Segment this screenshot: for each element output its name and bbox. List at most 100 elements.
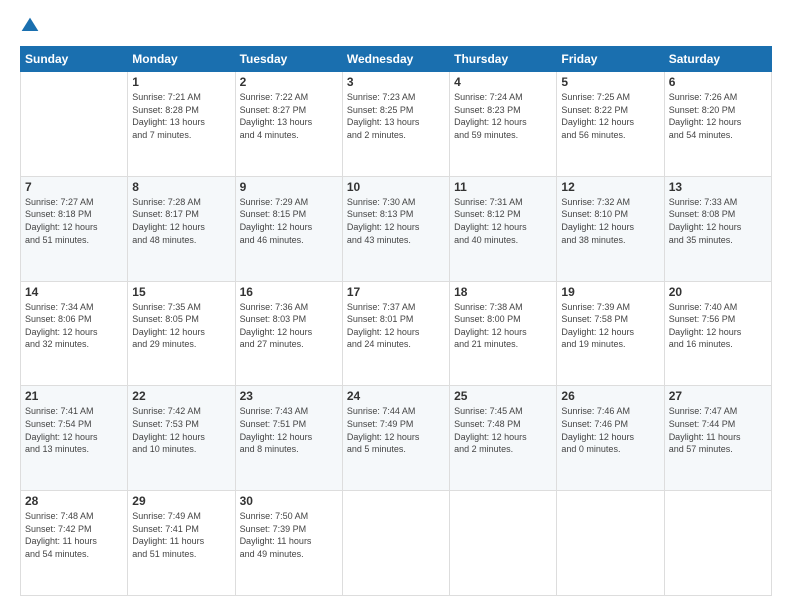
calendar-cell: 20 Sunrise: 7:40 AM Sunset: 7:56 PM Dayli… [664,281,771,386]
calendar-week-3: 21 Sunrise: 7:41 AM Sunset: 7:54 PM Dayli… [21,386,772,491]
calendar-cell: 30Sunrise: 7:50 AM Sunset: 7:39 PM Dayli… [235,491,342,596]
day-info: Sunrise: 7:47 AM Sunset: 7:44 PM Dayligh… [669,405,767,455]
day-info: Sunrise: 7:22 AM Sunset: 8:27 PM Dayligh… [240,91,338,141]
day-info: Sunrise: 7:25 AM Sunset: 8:22 PM Dayligh… [561,91,659,141]
calendar-cell: 27Sunrise: 7:47 AM Sunset: 7:44 PM Dayli… [664,386,771,491]
logo [20,16,44,36]
calendar-cell: 17Sunrise: 7:37 AM Sunset: 8:01 PM Dayli… [342,281,449,386]
calendar-header-thursday: Thursday [450,47,557,72]
day-number: 13 [669,180,767,194]
calendar-header-saturday: Saturday [664,47,771,72]
calendar-header-sunday: Sunday [21,47,128,72]
day-info: Sunrise: 7:42 AM Sunset: 7:53 PM Dayligh… [132,405,230,455]
day-info: Sunrise: 7:38 AM Sunset: 8:00 PM Dayligh… [454,301,552,351]
day-info: Sunrise: 7:34 AM Sunset: 8:06 PM Dayligh… [25,301,123,351]
calendar-cell: 26 Sunrise: 7:46 AM Sunset: 7:46 PM Dayli… [557,386,664,491]
day-info: Sunrise: 7:49 AM Sunset: 7:41 PM Dayligh… [132,510,230,560]
day-number: 8 [132,180,230,194]
day-info: Sunrise: 7:26 AM Sunset: 8:20 PM Dayligh… [669,91,767,141]
day-info: Sunrise: 7:46 AM Sunset: 7:46 PM Dayligh… [561,405,659,455]
day-number: 10 [347,180,445,194]
calendar-cell: 28Sunrise: 7:48 AM Sunset: 7:42 PM Dayli… [21,491,128,596]
day-number: 21 [25,389,123,403]
day-number: 1 [132,75,230,89]
day-info: Sunrise: 7:31 AM Sunset: 8:12 PM Dayligh… [454,196,552,246]
day-number: 28 [25,494,123,508]
calendar-cell: 11 Sunrise: 7:31 AM Sunset: 8:12 PM Dayli… [450,176,557,281]
calendar-week-2: 14 Sunrise: 7:34 AM Sunset: 8:06 PM Dayli… [21,281,772,386]
calendar-week-1: 7 Sunrise: 7:27 AM Sunset: 8:18 PM Daylig… [21,176,772,281]
day-number: 23 [240,389,338,403]
day-info: Sunrise: 7:40 AM Sunset: 7:56 PM Dayligh… [669,301,767,351]
calendar-cell: 18 Sunrise: 7:38 AM Sunset: 8:00 PM Dayli… [450,281,557,386]
calendar-header-monday: Monday [128,47,235,72]
day-info: Sunrise: 7:33 AM Sunset: 8:08 PM Dayligh… [669,196,767,246]
day-info: Sunrise: 7:45 AM Sunset: 7:48 PM Dayligh… [454,405,552,455]
calendar-cell: 16Sunrise: 7:36 AM Sunset: 8:03 PM Dayli… [235,281,342,386]
day-number: 16 [240,285,338,299]
calendar-cell: 21 Sunrise: 7:41 AM Sunset: 7:54 PM Dayli… [21,386,128,491]
calendar-cell: 6Sunrise: 7:26 AM Sunset: 8:20 PM Daylig… [664,72,771,177]
day-info: Sunrise: 7:29 AM Sunset: 8:15 PM Dayligh… [240,196,338,246]
day-info: Sunrise: 7:41 AM Sunset: 7:54 PM Dayligh… [25,405,123,455]
day-number: 9 [240,180,338,194]
calendar-cell: 23 Sunrise: 7:43 AM Sunset: 7:51 PM Dayli… [235,386,342,491]
calendar-cell: 5 Sunrise: 7:25 AM Sunset: 8:22 PM Daylig… [557,72,664,177]
calendar-cell: 7 Sunrise: 7:27 AM Sunset: 8:18 PM Daylig… [21,176,128,281]
day-info: Sunrise: 7:27 AM Sunset: 8:18 PM Dayligh… [25,196,123,246]
day-info: Sunrise: 7:30 AM Sunset: 8:13 PM Dayligh… [347,196,445,246]
day-info: Sunrise: 7:21 AM Sunset: 8:28 PM Dayligh… [132,91,230,141]
calendar-cell: 12 Sunrise: 7:32 AM Sunset: 8:10 PM Dayli… [557,176,664,281]
day-number: 20 [669,285,767,299]
calendar-header-row: SundayMondayTuesdayWednesdayThursdayFrid… [21,47,772,72]
calendar-header-wednesday: Wednesday [342,47,449,72]
calendar-cell: 9 Sunrise: 7:29 AM Sunset: 8:15 PM Daylig… [235,176,342,281]
calendar-cell: 15Sunrise: 7:35 AM Sunset: 8:05 PM Dayli… [128,281,235,386]
day-number: 12 [561,180,659,194]
day-info: Sunrise: 7:23 AM Sunset: 8:25 PM Dayligh… [347,91,445,141]
calendar-cell [557,491,664,596]
day-info: Sunrise: 7:43 AM Sunset: 7:51 PM Dayligh… [240,405,338,455]
day-number: 5 [561,75,659,89]
day-number: 18 [454,285,552,299]
calendar-cell [664,491,771,596]
calendar-cell: 13 Sunrise: 7:33 AM Sunset: 8:08 PM Dayli… [664,176,771,281]
day-number: 4 [454,75,552,89]
calendar-cell: 22 Sunrise: 7:42 AM Sunset: 7:53 PM Dayli… [128,386,235,491]
header [20,16,772,36]
day-info: Sunrise: 7:24 AM Sunset: 8:23 PM Dayligh… [454,91,552,141]
calendar: SundayMondayTuesdayWednesdayThursdayFrid… [20,46,772,596]
calendar-cell: 14 Sunrise: 7:34 AM Sunset: 8:06 PM Dayli… [21,281,128,386]
calendar-cell: 4 Sunrise: 7:24 AM Sunset: 8:23 PM Daylig… [450,72,557,177]
day-number: 14 [25,285,123,299]
calendar-cell: 2Sunrise: 7:22 AM Sunset: 8:27 PM Daylig… [235,72,342,177]
day-number: 26 [561,389,659,403]
day-info: Sunrise: 7:50 AM Sunset: 7:39 PM Dayligh… [240,510,338,560]
day-info: Sunrise: 7:44 AM Sunset: 7:49 PM Dayligh… [347,405,445,455]
day-info: Sunrise: 7:39 AM Sunset: 7:58 PM Dayligh… [561,301,659,351]
day-number: 7 [25,180,123,194]
day-number: 22 [132,389,230,403]
calendar-cell [450,491,557,596]
calendar-cell [342,491,449,596]
calendar-cell: 24 Sunrise: 7:44 AM Sunset: 7:49 PM Dayli… [342,386,449,491]
day-number: 19 [561,285,659,299]
day-number: 25 [454,389,552,403]
calendar-cell: 3 Sunrise: 7:23 AM Sunset: 8:25 PM Daylig… [342,72,449,177]
day-info: Sunrise: 7:32 AM Sunset: 8:10 PM Dayligh… [561,196,659,246]
calendar-cell: 19 Sunrise: 7:39 AM Sunset: 7:58 PM Dayli… [557,281,664,386]
calendar-cell: 29Sunrise: 7:49 AM Sunset: 7:41 PM Dayli… [128,491,235,596]
calendar-week-4: 28Sunrise: 7:48 AM Sunset: 7:42 PM Dayli… [21,491,772,596]
day-number: 11 [454,180,552,194]
day-info: Sunrise: 7:28 AM Sunset: 8:17 PM Dayligh… [132,196,230,246]
calendar-cell: 1 Sunrise: 7:21 AM Sunset: 8:28 PM Daylig… [128,72,235,177]
calendar-cell: 8 Sunrise: 7:28 AM Sunset: 8:17 PM Daylig… [128,176,235,281]
day-number: 3 [347,75,445,89]
day-number: 24 [347,389,445,403]
calendar-cell: 25 Sunrise: 7:45 AM Sunset: 7:48 PM Dayli… [450,386,557,491]
day-info: Sunrise: 7:37 AM Sunset: 8:01 PM Dayligh… [347,301,445,351]
calendar-week-0: 1 Sunrise: 7:21 AM Sunset: 8:28 PM Daylig… [21,72,772,177]
logo-icon [20,16,40,36]
day-number: 15 [132,285,230,299]
calendar-header-tuesday: Tuesday [235,47,342,72]
